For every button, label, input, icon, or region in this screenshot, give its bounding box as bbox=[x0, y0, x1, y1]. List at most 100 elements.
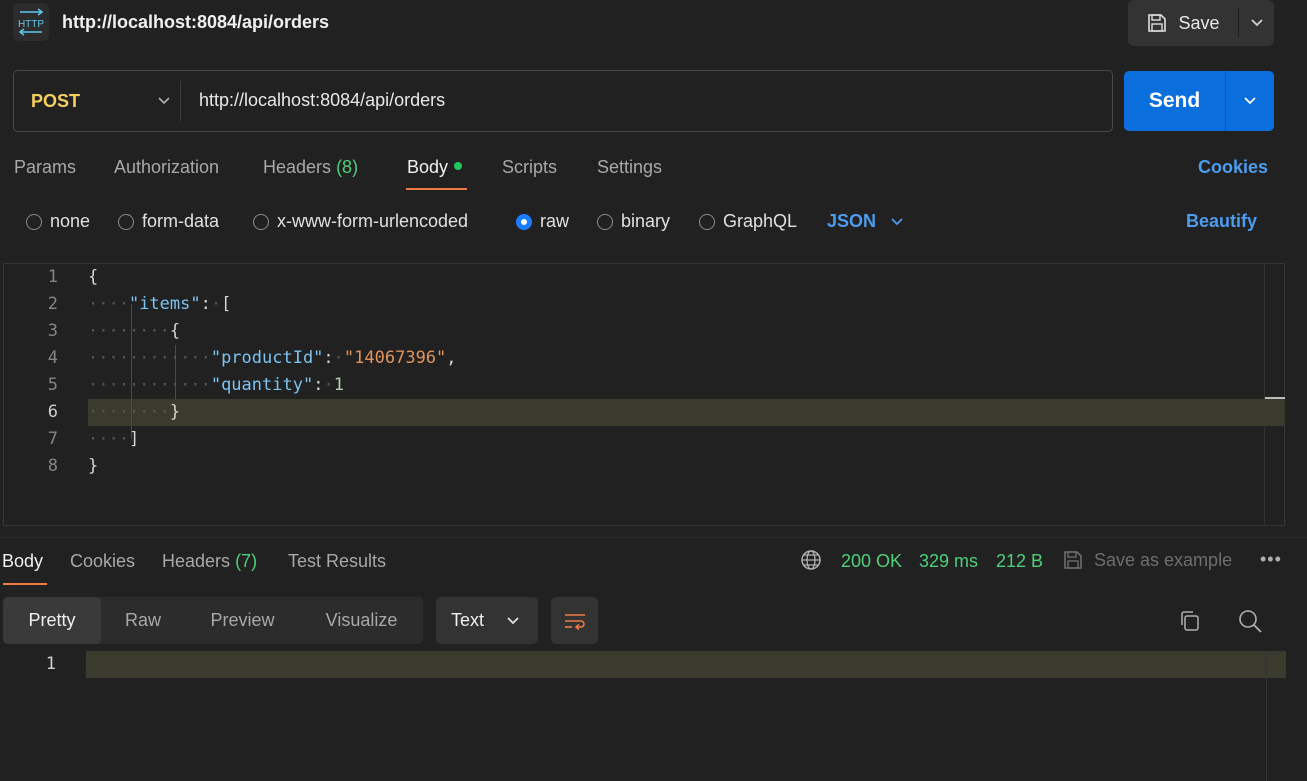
tab-scripts[interactable]: Scripts bbox=[502, 157, 557, 178]
more-options-icon[interactable]: ••• bbox=[1260, 549, 1282, 570]
method-select[interactable]: POST bbox=[31, 71, 171, 131]
radio-urlencoded[interactable]: x-www-form-urlencoded bbox=[253, 211, 468, 232]
save-options-button[interactable] bbox=[1239, 0, 1274, 46]
section-divider[interactable] bbox=[0, 537, 1307, 538]
radio-binary[interactable]: binary bbox=[597, 211, 670, 232]
response-size[interactable]: 212 B bbox=[996, 551, 1043, 572]
divider bbox=[180, 81, 181, 121]
response-line-number: 1 bbox=[45, 654, 56, 674]
view-raw[interactable]: Raw bbox=[101, 597, 185, 644]
line-number: 8 bbox=[47, 456, 58, 476]
code-line-6: ········} bbox=[88, 399, 180, 426]
response-tab-headers[interactable]: Headers (7) bbox=[162, 551, 257, 572]
globe-icon[interactable] bbox=[800, 549, 822, 576]
whitespace-dots: · bbox=[333, 348, 344, 368]
chevron-down-icon bbox=[1250, 19, 1263, 27]
radio-label: none bbox=[50, 211, 91, 231]
active-tab-indicator bbox=[3, 583, 47, 585]
tab-label: Headers bbox=[263, 157, 332, 177]
request-title[interactable]: http://localhost:8084/api/orders bbox=[62, 12, 329, 33]
code-line-4: ············"productId":·"14067396", bbox=[88, 345, 457, 372]
chevron-down-icon bbox=[891, 217, 903, 225]
line-number: 4 bbox=[47, 348, 58, 368]
radio-none[interactable]: none bbox=[26, 211, 90, 232]
save-icon bbox=[1064, 551, 1082, 569]
brace: } bbox=[88, 456, 99, 476]
whitespace-dots: ···· bbox=[88, 294, 129, 314]
url-input[interactable]: http://localhost:8084/api/orders bbox=[199, 90, 445, 111]
copy-icon[interactable] bbox=[1178, 609, 1202, 638]
view-pretty[interactable]: Pretty bbox=[3, 597, 101, 644]
whitespace-dots: ········ bbox=[88, 402, 170, 422]
format-select[interactable]: JSON bbox=[827, 211, 904, 232]
headers-count: (7) bbox=[235, 551, 258, 571]
radio-circle bbox=[699, 213, 715, 230]
response-format-select[interactable]: Text bbox=[436, 597, 538, 644]
brace: { bbox=[169, 321, 181, 341]
send-button[interactable]: Send bbox=[1124, 71, 1225, 131]
code-line-7: ····] bbox=[88, 426, 139, 453]
radio-circle bbox=[26, 213, 42, 230]
line-number: 5 bbox=[47, 375, 58, 395]
radio-raw[interactable]: raw bbox=[516, 211, 569, 232]
radio-form-data[interactable]: form-data bbox=[118, 211, 219, 232]
radio-circle bbox=[597, 213, 613, 230]
format-label: JSON bbox=[827, 211, 877, 231]
chevron-down-icon bbox=[507, 616, 519, 624]
colon: : bbox=[200, 294, 211, 314]
colon: : bbox=[323, 348, 334, 368]
search-icon[interactable] bbox=[1237, 608, 1263, 639]
headers-count: (8) bbox=[336, 157, 359, 177]
comma: , bbox=[446, 348, 457, 368]
response-tab-test-results[interactable]: Test Results bbox=[288, 551, 386, 572]
code-line-3: ········{ bbox=[88, 318, 180, 345]
response-tab-body[interactable]: Body bbox=[2, 551, 43, 572]
json-key: "quantity" bbox=[210, 375, 314, 395]
json-string: "14067396" bbox=[343, 348, 447, 368]
save-button[interactable]: Save bbox=[1128, 0, 1238, 46]
format-label: Text bbox=[451, 610, 485, 630]
tab-headers[interactable]: Headers (8) bbox=[263, 157, 358, 178]
send-options-button[interactable] bbox=[1226, 71, 1274, 131]
radio-circle bbox=[118, 213, 134, 230]
code-line-1: { bbox=[88, 264, 98, 291]
response-scrollbar[interactable] bbox=[1266, 651, 1267, 781]
save-as-example-button[interactable]: Save as example bbox=[1062, 549, 1232, 571]
tab-params[interactable]: Params bbox=[14, 157, 76, 178]
radio-label: x-www-form-urlencoded bbox=[277, 211, 469, 231]
radio-label: form-data bbox=[142, 211, 220, 231]
url-bar: POST http://localhost:8084/api/orders bbox=[13, 70, 1113, 132]
whitespace-dots: ········ bbox=[88, 321, 170, 341]
chevron-down-icon bbox=[1244, 97, 1256, 105]
tab-settings[interactable]: Settings bbox=[597, 157, 662, 178]
line-number: 1 bbox=[47, 267, 58, 287]
code-line-2: ····"items":·[ bbox=[88, 291, 231, 318]
modified-dot bbox=[454, 162, 463, 170]
radio-circle bbox=[253, 213, 269, 230]
view-visualize[interactable]: Visualize bbox=[300, 597, 423, 644]
whitespace-dots: ···· bbox=[88, 429, 129, 449]
line-number: 3 bbox=[47, 321, 58, 341]
save-button-group[interactable]: Save bbox=[1128, 0, 1274, 46]
response-current-line bbox=[86, 651, 1286, 678]
save-icon bbox=[1148, 14, 1167, 32]
line-number-current: 6 bbox=[47, 402, 58, 422]
view-preview[interactable]: Preview bbox=[185, 597, 300, 644]
response-time[interactable]: 329 ms bbox=[919, 551, 978, 572]
send-button-group[interactable]: Send bbox=[1124, 71, 1274, 131]
whitespace-dots: ············ bbox=[88, 348, 211, 368]
whitespace-dots: · bbox=[323, 375, 334, 395]
tab-label: Body bbox=[407, 157, 449, 177]
json-number: 1 bbox=[333, 375, 344, 395]
wrap-lines-button[interactable] bbox=[551, 597, 598, 644]
response-tab-cookies[interactable]: Cookies bbox=[70, 551, 135, 572]
tab-authorization[interactable]: Authorization bbox=[114, 157, 219, 178]
line-number: 2 bbox=[47, 294, 58, 314]
cookies-link[interactable]: Cookies bbox=[1198, 157, 1268, 178]
tab-body[interactable]: Body bbox=[407, 157, 463, 178]
beautify-button[interactable]: Beautify bbox=[1186, 211, 1257, 232]
status-code[interactable]: 200 OK bbox=[841, 551, 902, 572]
radio-graphql[interactable]: GraphQL bbox=[699, 211, 797, 232]
json-key: "items" bbox=[128, 294, 201, 314]
json-key: "productId" bbox=[210, 348, 324, 368]
